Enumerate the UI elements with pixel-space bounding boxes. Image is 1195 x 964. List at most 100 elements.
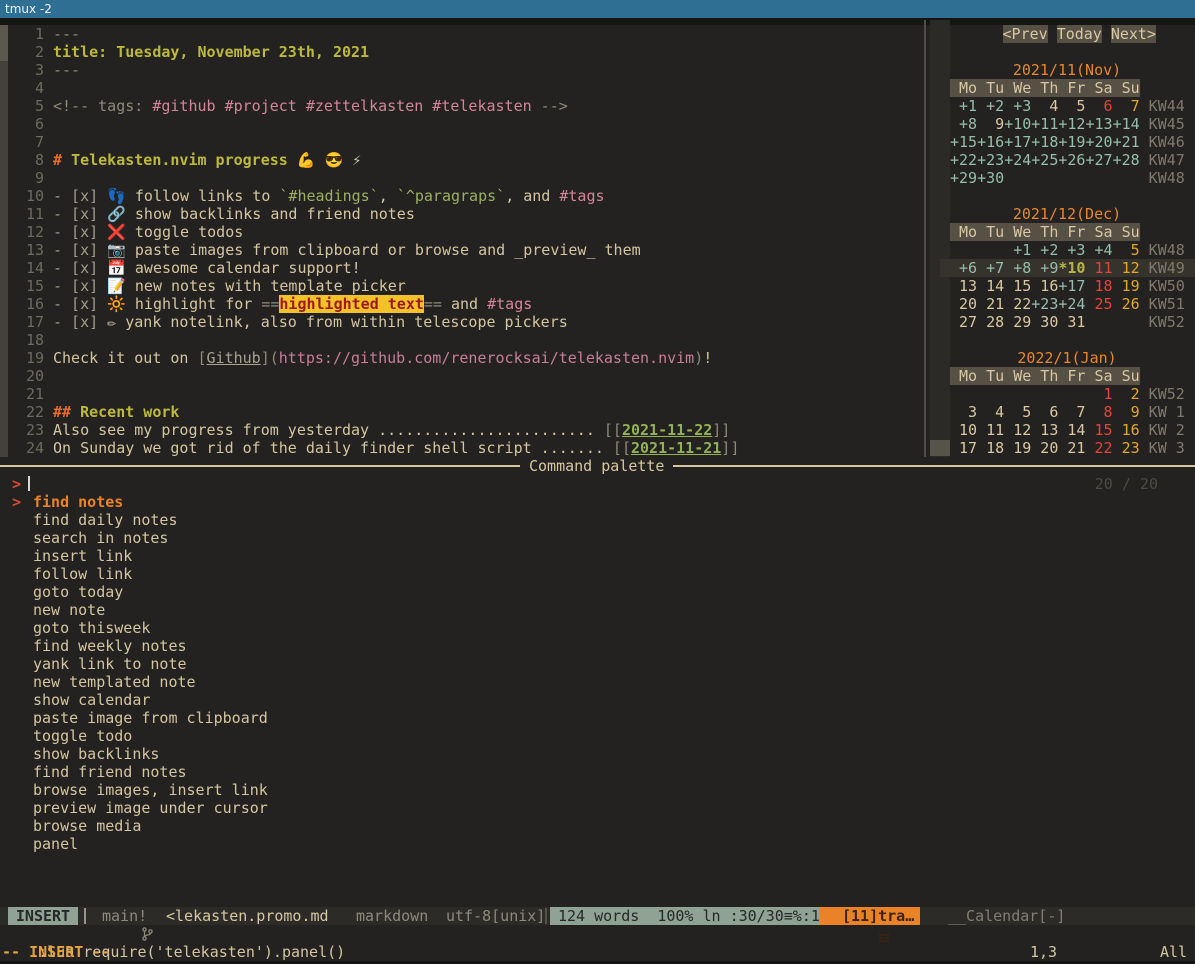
- calendar-day-cell[interactable]: +12: [1058, 115, 1085, 133]
- calendar-day-cell[interactable]: +23: [977, 151, 1004, 169]
- calendar-day-cell[interactable]: +17: [1004, 133, 1031, 151]
- calendar-day-cell[interactable]: 2: [1113, 385, 1140, 403]
- calendar-day-cell[interactable]: 27: [950, 313, 977, 331]
- calendar-day-cell[interactable]: +14: [1113, 115, 1140, 133]
- calendar-day-cell[interactable]: 6: [1031, 403, 1058, 421]
- buffer-line[interactable]: 3---: [8, 61, 920, 79]
- calendar-day-cell[interactable]: 19: [1113, 277, 1140, 295]
- calendar-day-cell[interactable]: +9: [1031, 259, 1058, 277]
- calendar-day-cell[interactable]: 26: [1113, 295, 1140, 313]
- calendar-prev-button[interactable]: <Prev: [1003, 25, 1048, 43]
- calendar-day-cell[interactable]: 7: [1113, 97, 1140, 115]
- calendar-day-cell[interactable]: 13: [1031, 421, 1058, 439]
- palette-item[interactable]: show backlinks: [0, 745, 1195, 763]
- calendar-day-cell[interactable]: 23: [1113, 439, 1140, 457]
- calendar-day-cell[interactable]: +3: [1058, 241, 1085, 259]
- calendar-day-cell[interactable]: +20: [1085, 133, 1112, 151]
- calendar-day-cell[interactable]: +2: [1031, 241, 1058, 259]
- calendar-day-cell[interactable]: +6: [950, 259, 977, 277]
- buffer-line[interactable]: 11- [x] 🔗 show backlinks and friend note…: [8, 205, 920, 223]
- calendar-day-cell[interactable]: 3: [950, 403, 977, 421]
- calendar-day-cell[interactable]: 30: [1031, 313, 1058, 331]
- palette-item[interactable]: search in notes: [0, 529, 1195, 547]
- buffer-line[interactable]: 5<!-- tags: #github #project #zettelkast…: [8, 97, 920, 115]
- buffer-line[interactable]: 22## Recent work: [8, 403, 920, 421]
- calendar-day-cell[interactable]: +30: [977, 169, 1004, 187]
- calendar-next-button[interactable]: Next>: [1111, 25, 1156, 43]
- command-line[interactable]: :lua require('telekasten').panel(): [0, 925, 1195, 943]
- palette-item[interactable]: find daily notes: [0, 511, 1195, 529]
- calendar-day-cell[interactable]: 18: [1085, 277, 1112, 295]
- calendar-day-cell[interactable]: 19: [1004, 439, 1031, 457]
- palette-item[interactable]: new templated note: [0, 673, 1195, 691]
- calendar-day-cell[interactable]: 9: [977, 115, 1004, 133]
- palette-item[interactable]: preview image under cursor: [0, 799, 1195, 817]
- buffer-line[interactable]: 10- [x] 👣 follow links to `#headings`, `…: [8, 187, 920, 205]
- palette-item[interactable]: panel: [0, 835, 1195, 853]
- calendar-day-cell[interactable]: +15: [950, 133, 977, 151]
- calendar-day-cell[interactable]: 14: [977, 277, 1004, 295]
- calendar-day-cell[interactable]: +28: [1113, 151, 1140, 169]
- buffer-line[interactable]: 12- [x] ❌ toggle todos: [8, 223, 920, 241]
- calendar-day-cell[interactable]: 1: [1085, 385, 1112, 403]
- calendar-day-cell[interactable]: +8: [950, 115, 977, 133]
- palette-prompt[interactable]: > 20 / 20: [0, 475, 1195, 493]
- calendar-day-cell[interactable]: +3: [1004, 97, 1031, 115]
- calendar-day-cell[interactable]: 15: [1004, 277, 1031, 295]
- palette-item[interactable]: show calendar: [0, 691, 1195, 709]
- calendar-day-cell[interactable]: 10: [950, 421, 977, 439]
- calendar-day-cell[interactable]: 5: [1004, 403, 1031, 421]
- calendar-day-cell[interactable]: +21: [1113, 133, 1140, 151]
- calendar-day-cell[interactable]: +19: [1058, 133, 1085, 151]
- editor-scrollbar-thumb[interactable]: [0, 25, 8, 61]
- buffer-line[interactable]: 23Also see my progress from yesterday ..…: [8, 421, 920, 439]
- calendar-day-cell[interactable]: 12: [1004, 421, 1031, 439]
- calendar-day-cell[interactable]: 17: [950, 439, 977, 457]
- calendar-day-cell[interactable]: +2: [977, 97, 1004, 115]
- calendar-day-cell[interactable]: 12: [1113, 259, 1140, 277]
- calendar-day-cell[interactable]: 29: [1004, 313, 1031, 331]
- buffer-line[interactable]: 24On Sunday we got rid of the daily find…: [8, 439, 920, 457]
- window-titlebar[interactable]: tmux -2: [0, 0, 1195, 18]
- calendar-day-cell[interactable]: 22: [1004, 295, 1031, 313]
- calendar-day-cell[interactable]: +22: [950, 151, 977, 169]
- calendar-day-cell[interactable]: 8: [1085, 403, 1112, 421]
- buffer-line[interactable]: 16- [x] 🔆 highlight for ==highlighted te…: [8, 295, 920, 313]
- palette-item[interactable]: yank link to note: [0, 655, 1195, 673]
- buffer-line[interactable]: 7: [8, 133, 920, 151]
- calendar-day-cell[interactable]: *10: [1058, 259, 1085, 277]
- calendar-day-cell[interactable]: 5: [1113, 241, 1140, 259]
- buffer-line[interactable]: 15- [x] 📝 new notes with template picker: [8, 277, 920, 295]
- palette-item[interactable]: follow link: [0, 565, 1195, 583]
- palette-item[interactable]: paste image from clipboard: [0, 709, 1195, 727]
- buffer-line[interactable]: 8# Telekasten.nvim progress 💪 😎 ⚡: [8, 151, 920, 169]
- calendar-day-cell[interactable]: +13: [1085, 115, 1112, 133]
- calendar-day-cell[interactable]: +18: [1031, 133, 1058, 151]
- calendar-day-cell[interactable]: +4: [1085, 241, 1112, 259]
- calendar-day-cell[interactable]: 22: [1085, 439, 1112, 457]
- calendar-day-cell[interactable]: 25: [1085, 295, 1112, 313]
- calendar-day-cell[interactable]: 16: [1031, 277, 1058, 295]
- buffer-line[interactable]: 17- [x] ✏ yank notelink, also from withi…: [8, 313, 920, 331]
- buffer-line[interactable]: 14- [x] 📅 awesome calendar support!: [8, 259, 920, 277]
- calendar-day-cell[interactable]: 15: [1085, 421, 1112, 439]
- calendar-day-cell[interactable]: +16: [977, 133, 1004, 151]
- buffer-line[interactable]: 2title: Tuesday, November 23th, 2021: [8, 43, 920, 61]
- palette-item[interactable]: toggle todo: [0, 727, 1195, 745]
- calendar-day-cell[interactable]: 6: [1085, 97, 1112, 115]
- palette-item[interactable]: find weekly notes: [0, 637, 1195, 655]
- calendar-day-cell[interactable]: 11: [1085, 259, 1112, 277]
- calendar-day-cell[interactable]: 28: [977, 313, 1004, 331]
- calendar-day-cell[interactable]: 21: [977, 295, 1004, 313]
- editor-scrollbar[interactable]: [0, 25, 8, 457]
- buffer-line[interactable]: 20: [8, 367, 920, 385]
- calendar-day-cell[interactable]: 31: [1058, 313, 1085, 331]
- calendar-day-cell[interactable]: +17: [1058, 277, 1085, 295]
- calendar-day-cell[interactable]: +27: [1085, 151, 1112, 169]
- buffer-line[interactable]: 19Check it out on [Github](https://githu…: [8, 349, 920, 367]
- calendar-day-cell[interactable]: 9: [1113, 403, 1140, 421]
- calendar-day-cell[interactable]: 18: [977, 439, 1004, 457]
- calendar-day-cell[interactable]: +1: [950, 97, 977, 115]
- calendar-day-cell[interactable]: +26: [1058, 151, 1085, 169]
- calendar-day-cell[interactable]: 20: [950, 295, 977, 313]
